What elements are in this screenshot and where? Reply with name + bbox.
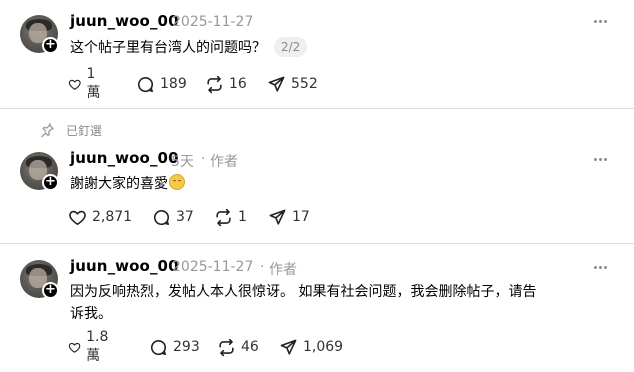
follow-plus-icon[interactable]: + [42,282,59,299]
post-text: 因为反响热烈，发帖人本人很惊讶。 如果有社会问题，我会删除帖子，请告 诉我。 [70,281,590,325]
comment-icon [150,339,167,355]
comment-icon [137,76,154,92]
repost-icon [216,208,231,226]
like-count: 1 萬 [86,66,101,101]
thread-pager-badge: 2/2 [274,37,308,57]
share-button[interactable]: 552 [267,74,318,94]
avatar[interactable]: + [20,15,59,54]
avatar[interactable]: + [20,152,59,191]
repost-icon [207,75,222,93]
like-button[interactable]: 1.8 萬 [68,329,114,364]
comment-count: 293 [173,339,200,355]
comment-button[interactable]: 189 [136,74,187,94]
username[interactable]: juun_woo_00 [70,12,179,30]
repost-count: 46 [241,339,259,355]
timestamp[interactable]: 5天 [171,151,194,171]
heart-icon [68,79,81,90]
divider [0,108,634,109]
share-count: 1,069 [303,339,344,355]
pinned-label: 已釘選 [66,124,103,138]
timestamp[interactable]: 2025-11-27 [172,14,253,30]
avatar[interactable]: + [20,260,59,299]
repost-button[interactable]: 1 [214,207,247,227]
comment-count: 37 [176,209,194,225]
author-tag: 作者 [210,154,238,170]
share-count: 17 [292,209,310,225]
comment-icon [153,209,170,225]
smile-emoji-icon [169,174,185,190]
repost-count: 16 [229,76,247,92]
share-count: 552 [291,76,318,92]
share-icon [280,339,297,355]
username[interactable]: juun_woo_00 [70,149,179,167]
pin-icon [41,123,54,138]
like-count: 1.8 萬 [86,329,109,364]
comment-button[interactable]: 293 [149,337,200,357]
follow-plus-icon[interactable]: + [42,37,59,54]
heart-icon [68,342,81,353]
post-text: 这个帖子里有台湾人的问题吗？ 2/2 [70,37,590,59]
comment-button[interactable]: 37 [152,207,194,227]
username[interactable]: juun_woo_00 [70,257,179,275]
more-icon[interactable] [594,157,608,163]
post-text-line-1: 因为反响热烈，发帖人本人很惊讶。 如果有社会问题，我会删除帖子，请告 [70,284,537,300]
separator-dot: · [201,151,206,167]
like-button[interactable]: 1 萬 [68,66,106,101]
repost-button[interactable]: 16 [205,74,247,94]
comment-count: 189 [160,76,187,92]
pinned-indicator: 已釘選 [40,122,102,139]
separator-dot: · [260,259,265,275]
share-button[interactable]: 1,069 [279,337,343,357]
post-text-content: 这个帖子里有台湾人的问题吗？ [70,40,266,56]
post-text-content: 謝謝大家的喜愛 [70,176,168,192]
follow-plus-icon[interactable]: + [42,174,59,191]
share-button[interactable]: 17 [268,207,310,227]
more-icon[interactable] [594,19,608,25]
post-text: 謝謝大家的喜愛 [70,173,590,195]
more-icon[interactable] [594,265,608,271]
timestamp[interactable]: 2025-11-27 [172,259,253,275]
repost-count: 1 [238,209,247,225]
repost-icon [219,338,234,356]
post-text-line-2: 诉我。 [70,306,112,322]
like-count: 2,871 [92,209,133,225]
share-icon [269,209,286,225]
like-button[interactable]: 2,871 [68,207,132,227]
author-tag: 作者 [269,262,297,278]
heart-icon [69,210,86,225]
divider [0,243,634,244]
share-icon [268,76,285,92]
repost-button[interactable]: 46 [217,337,259,357]
